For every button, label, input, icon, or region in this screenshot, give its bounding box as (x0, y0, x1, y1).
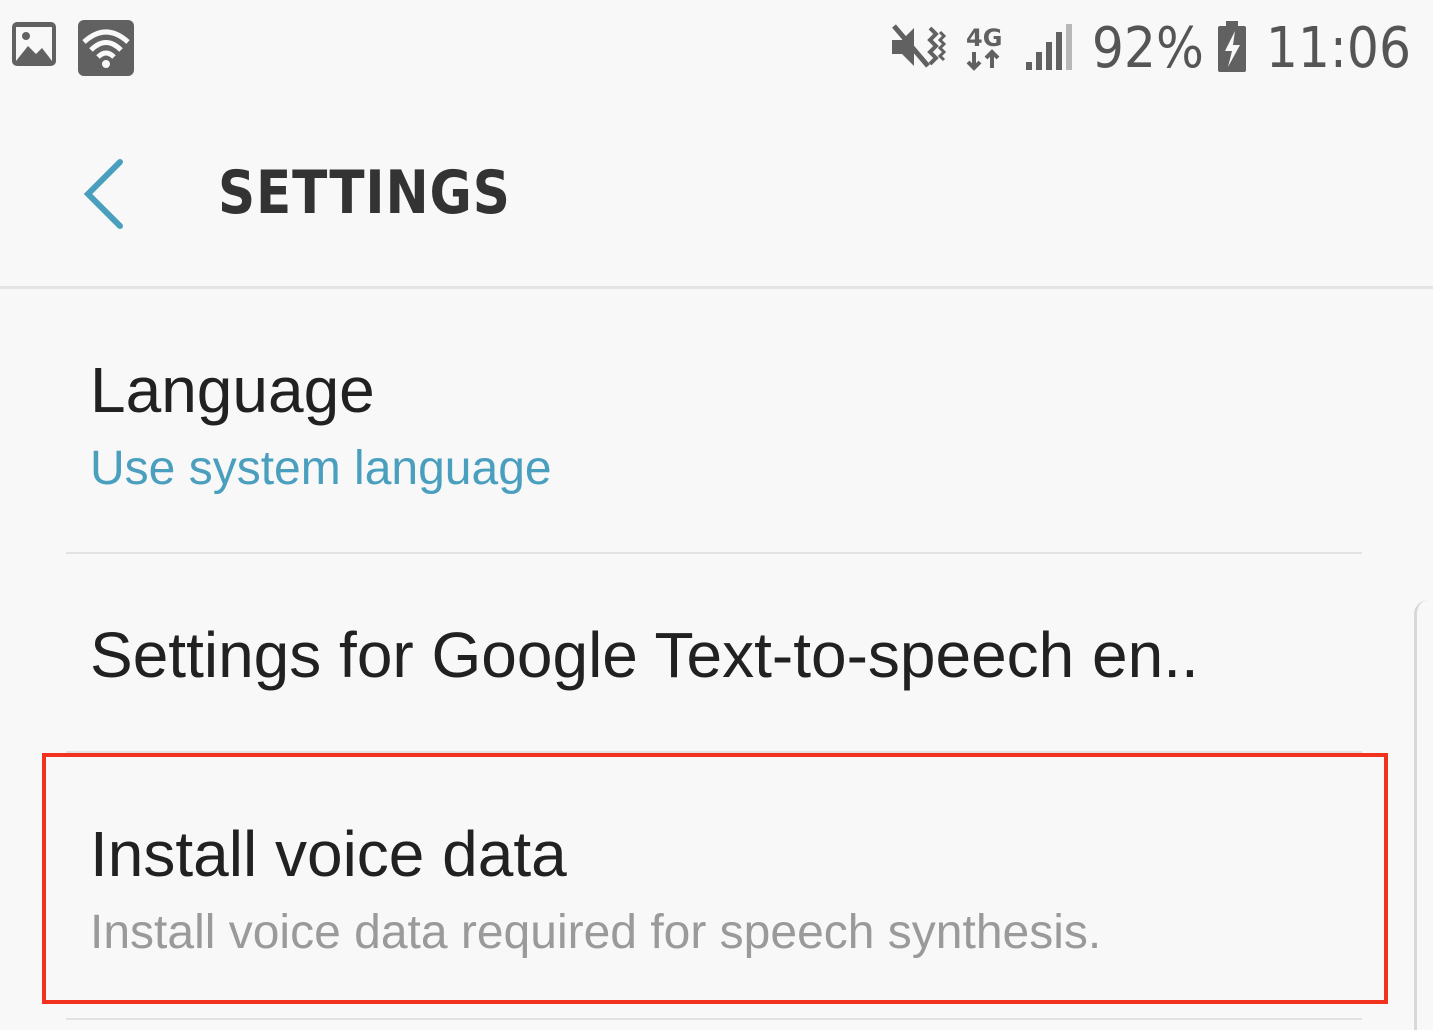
svg-text:4G: 4G (966, 24, 1002, 52)
app-header: SETTINGS (0, 100, 1433, 289)
item-title: Settings for Google Text-to-speech en.. (90, 619, 1199, 691)
list-item-engine-settings[interactable]: Settings for Google Text-to-speech en.. (0, 554, 1433, 752)
item-summary: Install voice data required for speech s… (90, 906, 1102, 959)
wifi-icon (78, 20, 134, 81)
item-value: Use system language (90, 442, 552, 495)
settings-screen: 4G 92% 11:06 SETTINGS Language Use syste… (0, 0, 1433, 1030)
vibrate-mute-icon (890, 22, 946, 77)
data-4g-icon: 4G (964, 22, 1006, 77)
list-item-language[interactable]: Language Use system language (0, 289, 1433, 553)
page-title: SETTINGS (218, 158, 511, 228)
item-title: Install voice data (90, 818, 567, 890)
battery-charging-icon (1216, 20, 1248, 78)
scroll-edge (1414, 600, 1433, 1030)
back-button[interactable] (70, 150, 140, 240)
clock: 11:06 (1265, 16, 1411, 81)
battery-percent: 92% (1091, 16, 1204, 81)
status-right-group: 4G 92% 11:06 (872, 18, 1411, 80)
status-bar: 4G 92% 11:06 (0, 0, 1433, 100)
list-item-install-voice-data[interactable]: Install voice data Install voice data re… (0, 753, 1433, 1018)
item-title: Language (90, 354, 375, 426)
gallery-icon (10, 20, 58, 73)
chevron-left-icon (70, 159, 140, 244)
divider (66, 1018, 1362, 1020)
signal-icon (1024, 22, 1074, 77)
